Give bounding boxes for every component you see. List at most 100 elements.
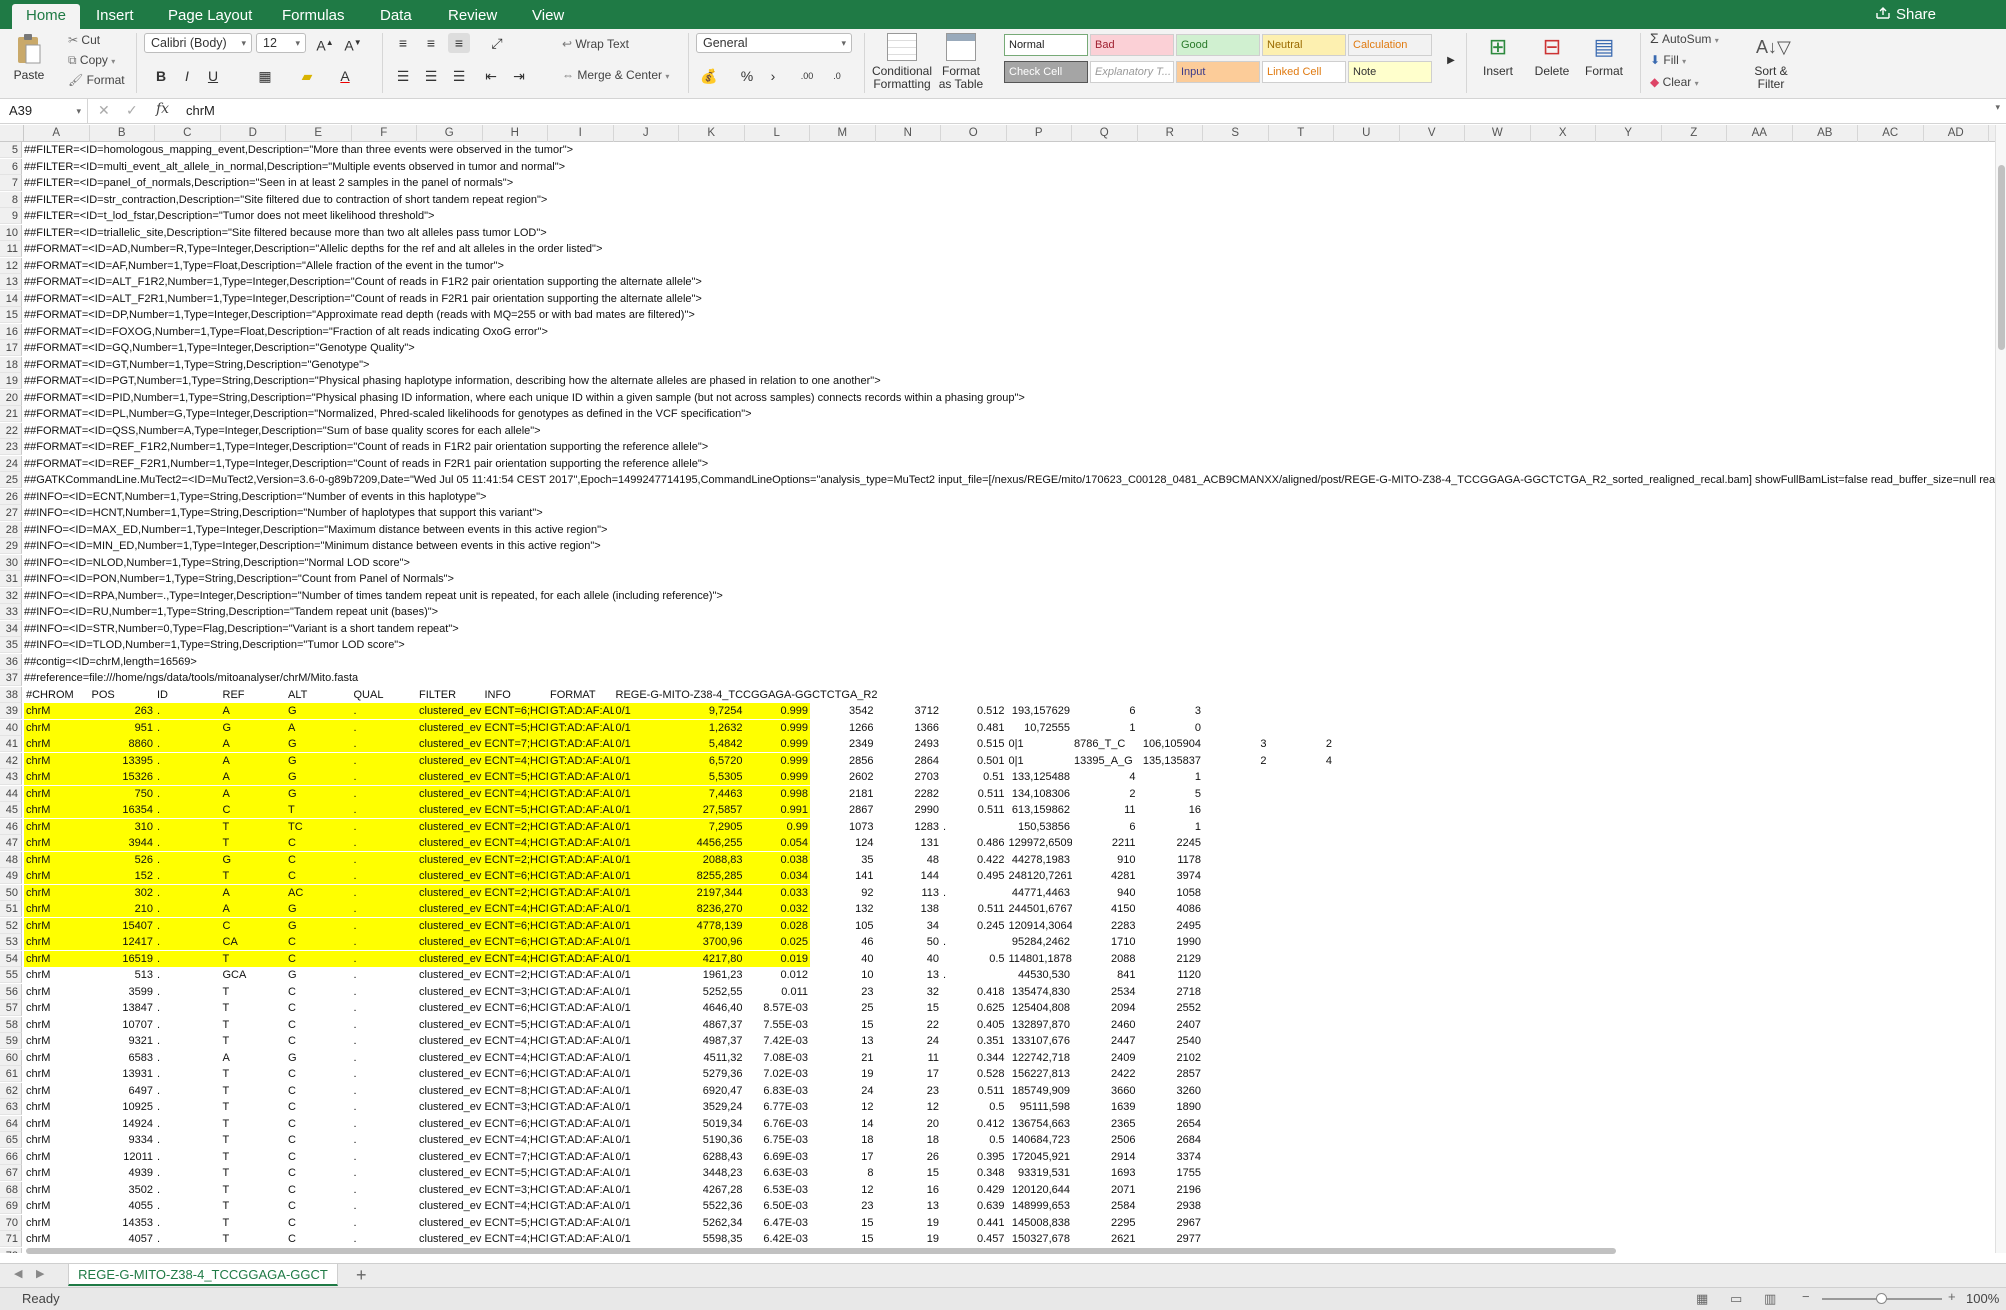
- gallery-more-icon[interactable]: ▶: [1440, 51, 1462, 71]
- cell[interactable]: [1269, 769, 1335, 785]
- row-header[interactable]: 7: [0, 175, 22, 191]
- cell[interactable]: 6.77E-03: [745, 1099, 811, 1115]
- column-header-f[interactable]: F: [352, 125, 417, 142]
- cell[interactable]: .: [155, 1182, 221, 1198]
- cell[interactable]: clustered_ev: [417, 703, 483, 719]
- cell[interactable]: 6497: [90, 1083, 156, 1099]
- cell[interactable]: 0.025: [744, 934, 810, 950]
- cell[interactable]: 0/1: [614, 1231, 680, 1247]
- cell[interactable]: .: [155, 785, 221, 802]
- cell[interactable]: 10707: [90, 1017, 156, 1033]
- cell[interactable]: 23: [810, 1198, 876, 1214]
- cell[interactable]: T: [286, 802, 352, 818]
- cell[interactable]: 0/1: [614, 984, 680, 1000]
- cell[interactable]: .: [351, 884, 417, 901]
- cell[interactable]: .: [351, 934, 417, 950]
- scroll-left-icon[interactable]: ◀: [14, 1267, 22, 1280]
- cell-style-check-cell[interactable]: Check Cell: [1004, 61, 1088, 83]
- cell[interactable]: 16: [876, 1182, 942, 1198]
- cell[interactable]: 40: [810, 951, 876, 967]
- cell[interactable]: 0.019: [744, 950, 810, 967]
- cell[interactable]: 2602: [810, 769, 876, 785]
- column-header-x[interactable]: X: [1531, 125, 1596, 142]
- cell[interactable]: [1269, 835, 1335, 851]
- cell[interactable]: clustered_ev: [417, 1050, 483, 1066]
- orientation-icon[interactable]: ⤢: [486, 33, 508, 53]
- row-header[interactable]: 25: [0, 472, 22, 488]
- cell[interactable]: [1269, 703, 1335, 719]
- cell[interactable]: 0/1: [614, 1017, 680, 1033]
- cell[interactable]: [1203, 868, 1269, 884]
- cell[interactable]: 9,7254: [679, 703, 745, 719]
- cell[interactable]: A: [220, 736, 286, 752]
- align-middle-icon[interactable]: ≡: [420, 33, 442, 53]
- cell[interactable]: 1120: [1138, 967, 1204, 983]
- cell[interactable]: 8: [810, 1165, 876, 1181]
- cell[interactable]: .: [352, 1083, 418, 1099]
- cell[interactable]: C: [286, 1165, 352, 1181]
- cell[interactable]: 3660: [1072, 1083, 1138, 1099]
- cell[interactable]: ECNT=6;HCN: [482, 703, 548, 719]
- merge-center-button[interactable]: ⇔ Merge & Center ▾: [562, 66, 669, 84]
- cell[interactable]: C: [286, 1182, 352, 1198]
- cell[interactable]: 124: [810, 835, 876, 851]
- cell[interactable]: 2407: [1138, 1017, 1204, 1033]
- cell[interactable]: 0/1: [613, 917, 679, 934]
- cell[interactable]: INFO: [483, 687, 549, 703]
- cell[interactable]: .: [352, 1182, 418, 1198]
- cell[interactable]: 7.02E-03: [745, 1066, 811, 1082]
- cell[interactable]: 0.999: [744, 719, 810, 736]
- cell[interactable]: GT:AD:AF:AL: [548, 752, 614, 769]
- column-header-a[interactable]: A: [24, 125, 90, 142]
- cell[interactable]: clustered_ev: [417, 835, 483, 851]
- cell[interactable]: .: [352, 1149, 418, 1165]
- cell[interactable]: 0/1: [614, 1165, 680, 1181]
- cell[interactable]: 0.511: [941, 901, 1007, 917]
- cell[interactable]: [1203, 1050, 1269, 1066]
- copy-button[interactable]: ⧉ Copy ▾: [68, 51, 115, 69]
- cell[interactable]: 14353: [90, 1215, 156, 1231]
- cell[interactable]: 0.515: [941, 736, 1007, 752]
- cell[interactable]: 1961,23: [679, 967, 745, 983]
- cell[interactable]: 0/1: [613, 851, 679, 868]
- cell[interactable]: 125404,808: [1007, 1000, 1073, 1016]
- cell[interactable]: C: [286, 1132, 352, 1148]
- cell[interactable]: ##FORMAT=<ID=ALT_F1R2,Number=1,Type=Inte…: [24, 274, 702, 290]
- cell[interactable]: 7.55E-03: [745, 1017, 811, 1033]
- cell[interactable]: .: [351, 950, 417, 967]
- cell[interactable]: 513: [90, 967, 156, 983]
- cell[interactable]: 2857: [1138, 1066, 1204, 1082]
- cell[interactable]: 0.011: [745, 984, 811, 1000]
- cell[interactable]: 1710: [1072, 934, 1138, 950]
- cell[interactable]: 11: [876, 1050, 942, 1066]
- cell[interactable]: #CHROM: [24, 687, 90, 703]
- cell[interactable]: ECNT=2;HCN: [482, 884, 548, 901]
- cell[interactable]: GT:AD:AF:AL: [548, 950, 614, 967]
- cell[interactable]: 3: [1138, 703, 1204, 719]
- sheet-tab[interactable]: REGE-G-MITO-Z38-4_TCCGGAGA-GGCT: [68, 1264, 338, 1286]
- cell[interactable]: 0.245: [941, 918, 1007, 934]
- cell[interactable]: GT:AD:AF:AL: [548, 1149, 614, 1165]
- cell[interactable]: 2621: [1072, 1231, 1138, 1247]
- cell[interactable]: GT:AD:AF:AL: [548, 1000, 614, 1016]
- cell[interactable]: 0/1: [614, 967, 680, 983]
- cell[interactable]: ##FORMAT=<ID=AD,Number=R,Type=Integer,De…: [24, 241, 602, 257]
- vertical-scroll-thumb[interactable]: [1998, 165, 2005, 350]
- cell[interactable]: A: [221, 1050, 287, 1066]
- cell[interactable]: 2493: [876, 736, 942, 752]
- cell[interactable]: 9334: [90, 1132, 156, 1148]
- fill-color-icon[interactable]: ▰: [296, 66, 318, 86]
- cell[interactable]: 0/1: [613, 703, 679, 719]
- cell[interactable]: .: [352, 984, 418, 1000]
- cell[interactable]: GT:AD:AF:AL: [548, 802, 614, 818]
- cell[interactable]: [1203, 1017, 1269, 1033]
- cell[interactable]: 0.5: [941, 1099, 1007, 1115]
- cell[interactable]: .: [352, 1215, 418, 1231]
- cell[interactable]: 2506: [1072, 1132, 1138, 1148]
- format-as-table-button[interactable]: Format as Table: [938, 33, 984, 91]
- cell[interactable]: chrM: [24, 950, 90, 967]
- cell[interactable]: .: [155, 1132, 221, 1148]
- cell[interactable]: 0.441: [941, 1215, 1007, 1231]
- cell[interactable]: [1203, 720, 1269, 736]
- cell[interactable]: 5,4842: [679, 736, 745, 752]
